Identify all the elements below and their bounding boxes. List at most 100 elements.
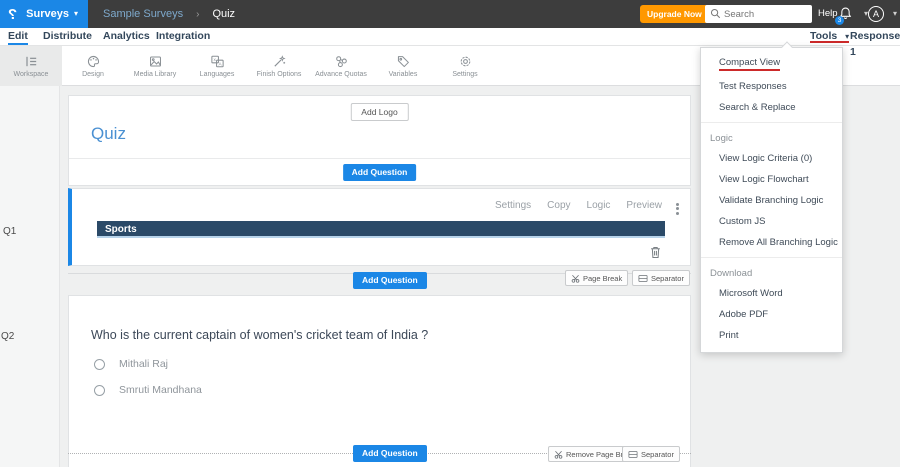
- media-library-icon: [149, 56, 161, 67]
- question-block-q2[interactable]: Who is the current captain of women's cr…: [68, 295, 691, 467]
- toolbar-item-advance-quotas[interactable]: Advance Quotas: [310, 46, 372, 86]
- toolbar-item-variables[interactable]: Variables: [372, 46, 434, 86]
- answer-option-label: Smruti Mandhana: [119, 384, 202, 396]
- chevron-down-icon: ▾: [845, 32, 850, 41]
- separator-icon: [628, 450, 638, 458]
- page-break-button[interactable]: Page Break: [565, 270, 629, 286]
- upgrade-now-button[interactable]: Upgrade Now: [640, 5, 709, 23]
- breadcrumb-separator-icon: ›: [196, 8, 200, 20]
- chevron-down-icon: ▾: [73, 9, 78, 18]
- answer-option[interactable]: Smruti Mandhana: [94, 384, 202, 396]
- notification-badge: 3: [835, 16, 844, 25]
- scissors-icon: [554, 450, 563, 459]
- chevron-down-icon[interactable]: ▾: [893, 10, 897, 18]
- product-menu[interactable]: ? Surveys ▾: [0, 0, 88, 28]
- tab-integration[interactable]: Integration: [156, 28, 210, 45]
- advance-quotas-icon: [335, 56, 347, 68]
- add-question-button-bottom[interactable]: Add Question: [353, 445, 427, 462]
- add-question-button-mid[interactable]: Add Question: [353, 272, 427, 289]
- menu-item-test-responses[interactable]: Test Responses: [701, 76, 842, 97]
- tools-label: Tools: [810, 30, 838, 42]
- menu-divider: [701, 122, 842, 123]
- question-block-q1[interactable]: Settings Copy Logic Preview Sports: [68, 188, 691, 266]
- radio-icon[interactable]: [94, 358, 105, 370]
- tab-distribute[interactable]: Distribute: [43, 28, 92, 45]
- add-logo-button[interactable]: Add Logo: [350, 103, 409, 121]
- question-title-input[interactable]: Sports: [97, 221, 665, 238]
- toolbar-label: Variables: [388, 71, 418, 78]
- avatar[interactable]: A: [868, 6, 884, 22]
- menu-item-print[interactable]: Print: [701, 325, 842, 346]
- delete-question-button[interactable]: [649, 245, 662, 259]
- menu-item-adobe-pdf[interactable]: Adobe PDF: [701, 304, 842, 325]
- help-link[interactable]: Help: [818, 0, 838, 28]
- search-input[interactable]: [705, 5, 812, 23]
- menu-item-custom-js[interactable]: Custom JS: [701, 211, 842, 232]
- separator-button[interactable]: Separator: [632, 270, 690, 286]
- add-question-button-top[interactable]: Add Question: [342, 164, 417, 181]
- trash-icon: [651, 246, 660, 258]
- menu-divider: [701, 257, 842, 258]
- toolbar-item-media-library[interactable]: Media Library: [124, 46, 186, 86]
- toolbar-label: Media Library: [133, 71, 177, 78]
- menu-item-label: Compact View: [719, 57, 781, 71]
- menu-item-compact-view[interactable]: Compact View: [701, 52, 842, 76]
- toolbar-item-workspace[interactable]: Workspace: [0, 46, 62, 86]
- global-search: [705, 5, 812, 23]
- finish-options-icon: [273, 55, 286, 67]
- breadcrumb-current: Quiz: [212, 8, 236, 20]
- toolbar-item-finish-options[interactable]: Finish Options: [248, 46, 310, 86]
- menu-item-view-logic-flowchart[interactable]: View Logic Flowchart: [701, 169, 842, 190]
- question-text[interactable]: Who is the current captain of women's cr…: [91, 328, 428, 342]
- toolbar-item-languages[interactable]: x A Languages: [186, 46, 248, 86]
- breadcrumb-parent[interactable]: Sample Surveys: [103, 8, 183, 20]
- menu-item-view-logic-criteria[interactable]: View Logic Criteria (0): [701, 148, 842, 169]
- toolbar-label: Languages: [199, 71, 235, 78]
- tab-edit[interactable]: Edit: [8, 28, 28, 45]
- menu-item-microsoft-word[interactable]: Microsoft Word: [701, 283, 842, 304]
- page-break-label: Page Break: [583, 273, 623, 283]
- menu-item-remove-all-branching-logic[interactable]: Remove All Branching Logic: [701, 232, 842, 253]
- toolbar-item-design[interactable]: Design: [62, 46, 124, 86]
- menu-section-download: Download: [710, 268, 753, 279]
- radio-icon[interactable]: [94, 384, 105, 396]
- workspace-icon: [25, 56, 36, 67]
- survey-title[interactable]: Quiz: [91, 124, 126, 144]
- design-icon: [87, 55, 99, 68]
- product-label: Surveys: [26, 8, 69, 20]
- separator-label: Separator: [651, 273, 684, 283]
- tools-menu-button[interactable]: Tools ▾: [810, 28, 850, 43]
- tools-dropdown-menu: Compact View Test Responses Search & Rep…: [700, 41, 843, 353]
- toolbar-label: Settings: [452, 71, 478, 78]
- menu-section-logic: Logic: [710, 133, 733, 144]
- question-id-q2: Q2: [1, 331, 15, 342]
- toolbar-label: Advance Quotas: [315, 71, 367, 78]
- question-copy-link[interactable]: Copy: [547, 200, 570, 211]
- survey-header-card: Add Logo Quiz Add Question: [68, 95, 691, 186]
- question-preview-link[interactable]: Preview: [626, 200, 662, 211]
- variables-icon: [397, 56, 409, 68]
- question-settings-link[interactable]: Settings: [495, 200, 531, 211]
- toolbar-label: Finish Options: [256, 71, 302, 78]
- scissors-icon: [571, 274, 580, 283]
- languages-icon: x A: [210, 55, 224, 68]
- notifications-button[interactable]: 3: [835, 6, 854, 25]
- kebab-menu-icon[interactable]: [676, 201, 679, 216]
- menu-item-search-replace[interactable]: Search & Replace: [701, 97, 842, 118]
- survey-builder-app: ? Surveys ▾ Sample Surveys › Quiz Upgrad…: [0, 0, 900, 467]
- question-id-q1: Q1: [3, 226, 17, 237]
- tab-analytics[interactable]: Analytics: [103, 28, 150, 45]
- separator-button[interactable]: Separator: [622, 446, 680, 462]
- toolbar-item-settings[interactable]: Settings: [434, 46, 496, 86]
- toolbar-label: Design: [82, 71, 104, 78]
- breadcrumb: Sample Surveys › Quiz: [103, 0, 235, 28]
- response-count[interactable]: Response: 1: [850, 28, 900, 58]
- question-logic-link[interactable]: Logic: [587, 200, 611, 211]
- top-bar: ? Surveys ▾ Sample Surveys › Quiz Upgrad…: [0, 0, 900, 28]
- svg-text:x: x: [213, 57, 216, 62]
- separator-label: Separator: [641, 449, 674, 459]
- answer-option[interactable]: Mithali Raj: [94, 358, 168, 370]
- left-rail: [0, 86, 60, 467]
- toolbar-label: Workspace: [13, 71, 49, 78]
- menu-item-validate-branching-logic[interactable]: Validate Branching Logic: [701, 190, 842, 211]
